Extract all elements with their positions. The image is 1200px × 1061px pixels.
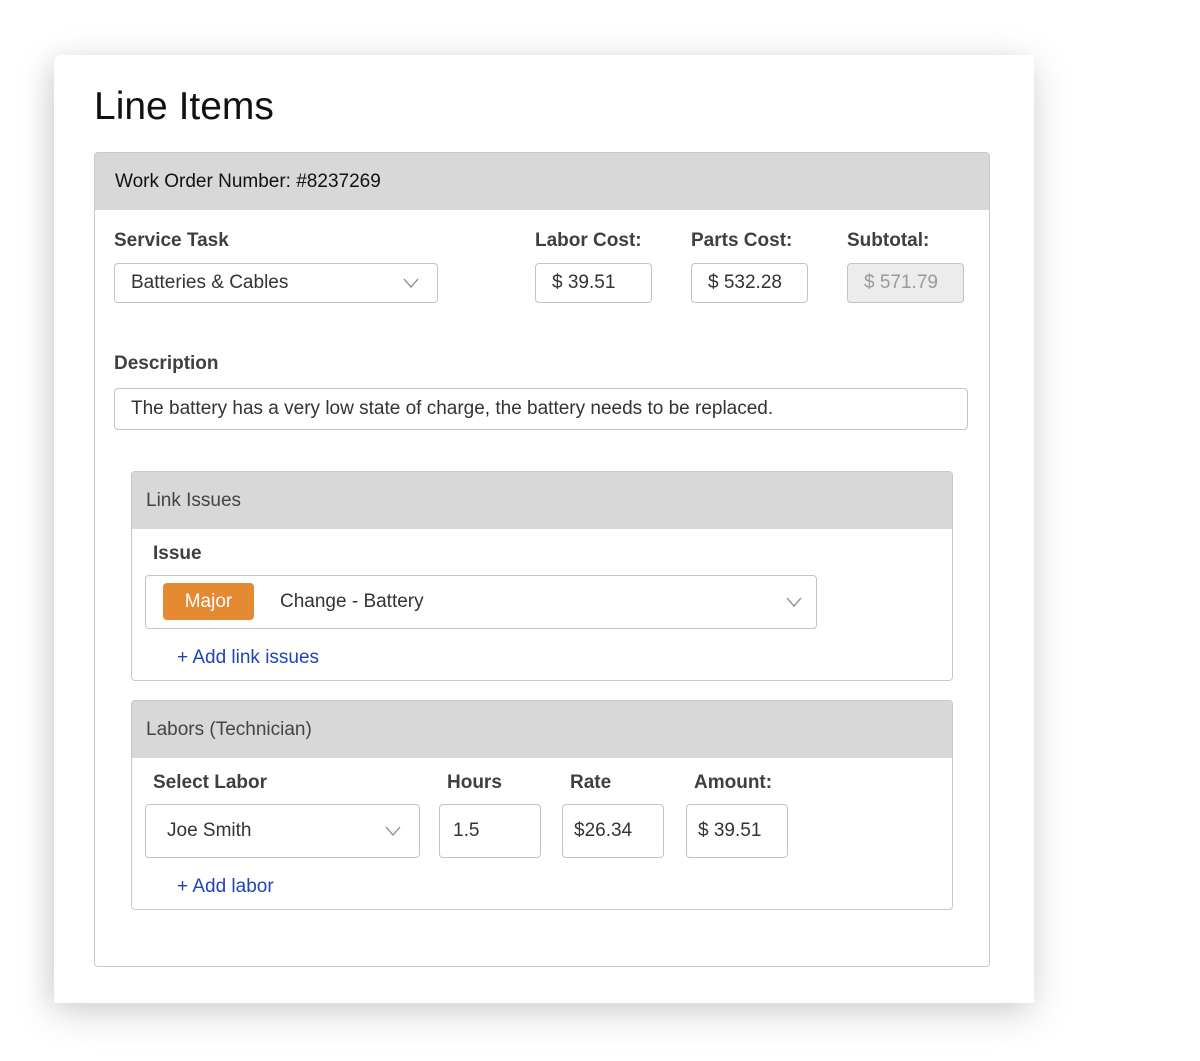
labor-value: Joe Smith xyxy=(167,820,252,841)
service-task-label: Service Task xyxy=(114,230,229,251)
page-title: Line Items xyxy=(94,85,274,128)
description-label: Description xyxy=(114,353,219,374)
labor-select[interactable]: Joe Smith xyxy=(145,804,420,858)
subtotal-label: Subtotal: xyxy=(847,230,930,251)
work-order-panel: Work Order Number: #8237269 Service Task… xyxy=(94,152,990,967)
subtotal-input: $ 571.79 xyxy=(847,263,964,303)
link-issues-header: Link Issues xyxy=(132,472,952,529)
severity-badge: Major xyxy=(163,583,254,620)
issue-label: Issue xyxy=(153,543,202,564)
rate-label: Rate xyxy=(570,772,612,793)
add-link-issues-link[interactable]: + Add link issues xyxy=(177,647,319,669)
parts-cost-label: Parts Cost: xyxy=(691,230,793,251)
chevron-down-icon xyxy=(403,277,419,289)
amount-input[interactable]: $ 39.51 xyxy=(686,804,788,858)
rate-input[interactable]: $26.34 xyxy=(562,804,664,858)
chevron-down-icon xyxy=(786,596,802,608)
description-input[interactable]: The battery has a very low state of char… xyxy=(114,388,968,430)
add-labor-link[interactable]: + Add labor xyxy=(177,876,274,898)
issue-select[interactable]: Major Change - Battery xyxy=(145,575,817,629)
link-issues-panel: Link Issues Issue Major Change - Battery… xyxy=(131,471,953,681)
amount-label: Amount: xyxy=(694,772,773,793)
chevron-down-icon xyxy=(385,825,401,837)
labors-header: Labors (Technician) xyxy=(132,701,952,758)
service-task-value: Batteries & Cables xyxy=(131,272,289,293)
select-labor-label: Select Labor xyxy=(153,772,268,793)
line-items-card: Line Items Work Order Number: #8237269 S… xyxy=(54,55,1034,1003)
labor-cost-input[interactable]: $ 39.51 xyxy=(535,263,652,303)
labor-cost-label: Labor Cost: xyxy=(535,230,642,251)
hours-input[interactable]: 1.5 xyxy=(439,804,541,858)
issue-name: Change - Battery xyxy=(280,591,424,612)
work-order-header: Work Order Number: #8237269 xyxy=(95,153,989,210)
parts-cost-input[interactable]: $ 532.28 xyxy=(691,263,808,303)
labors-panel: Labors (Technician) Select Labor Hours R… xyxy=(131,700,953,910)
service-task-select[interactable]: Batteries & Cables xyxy=(114,263,438,303)
hours-label: Hours xyxy=(447,772,502,793)
